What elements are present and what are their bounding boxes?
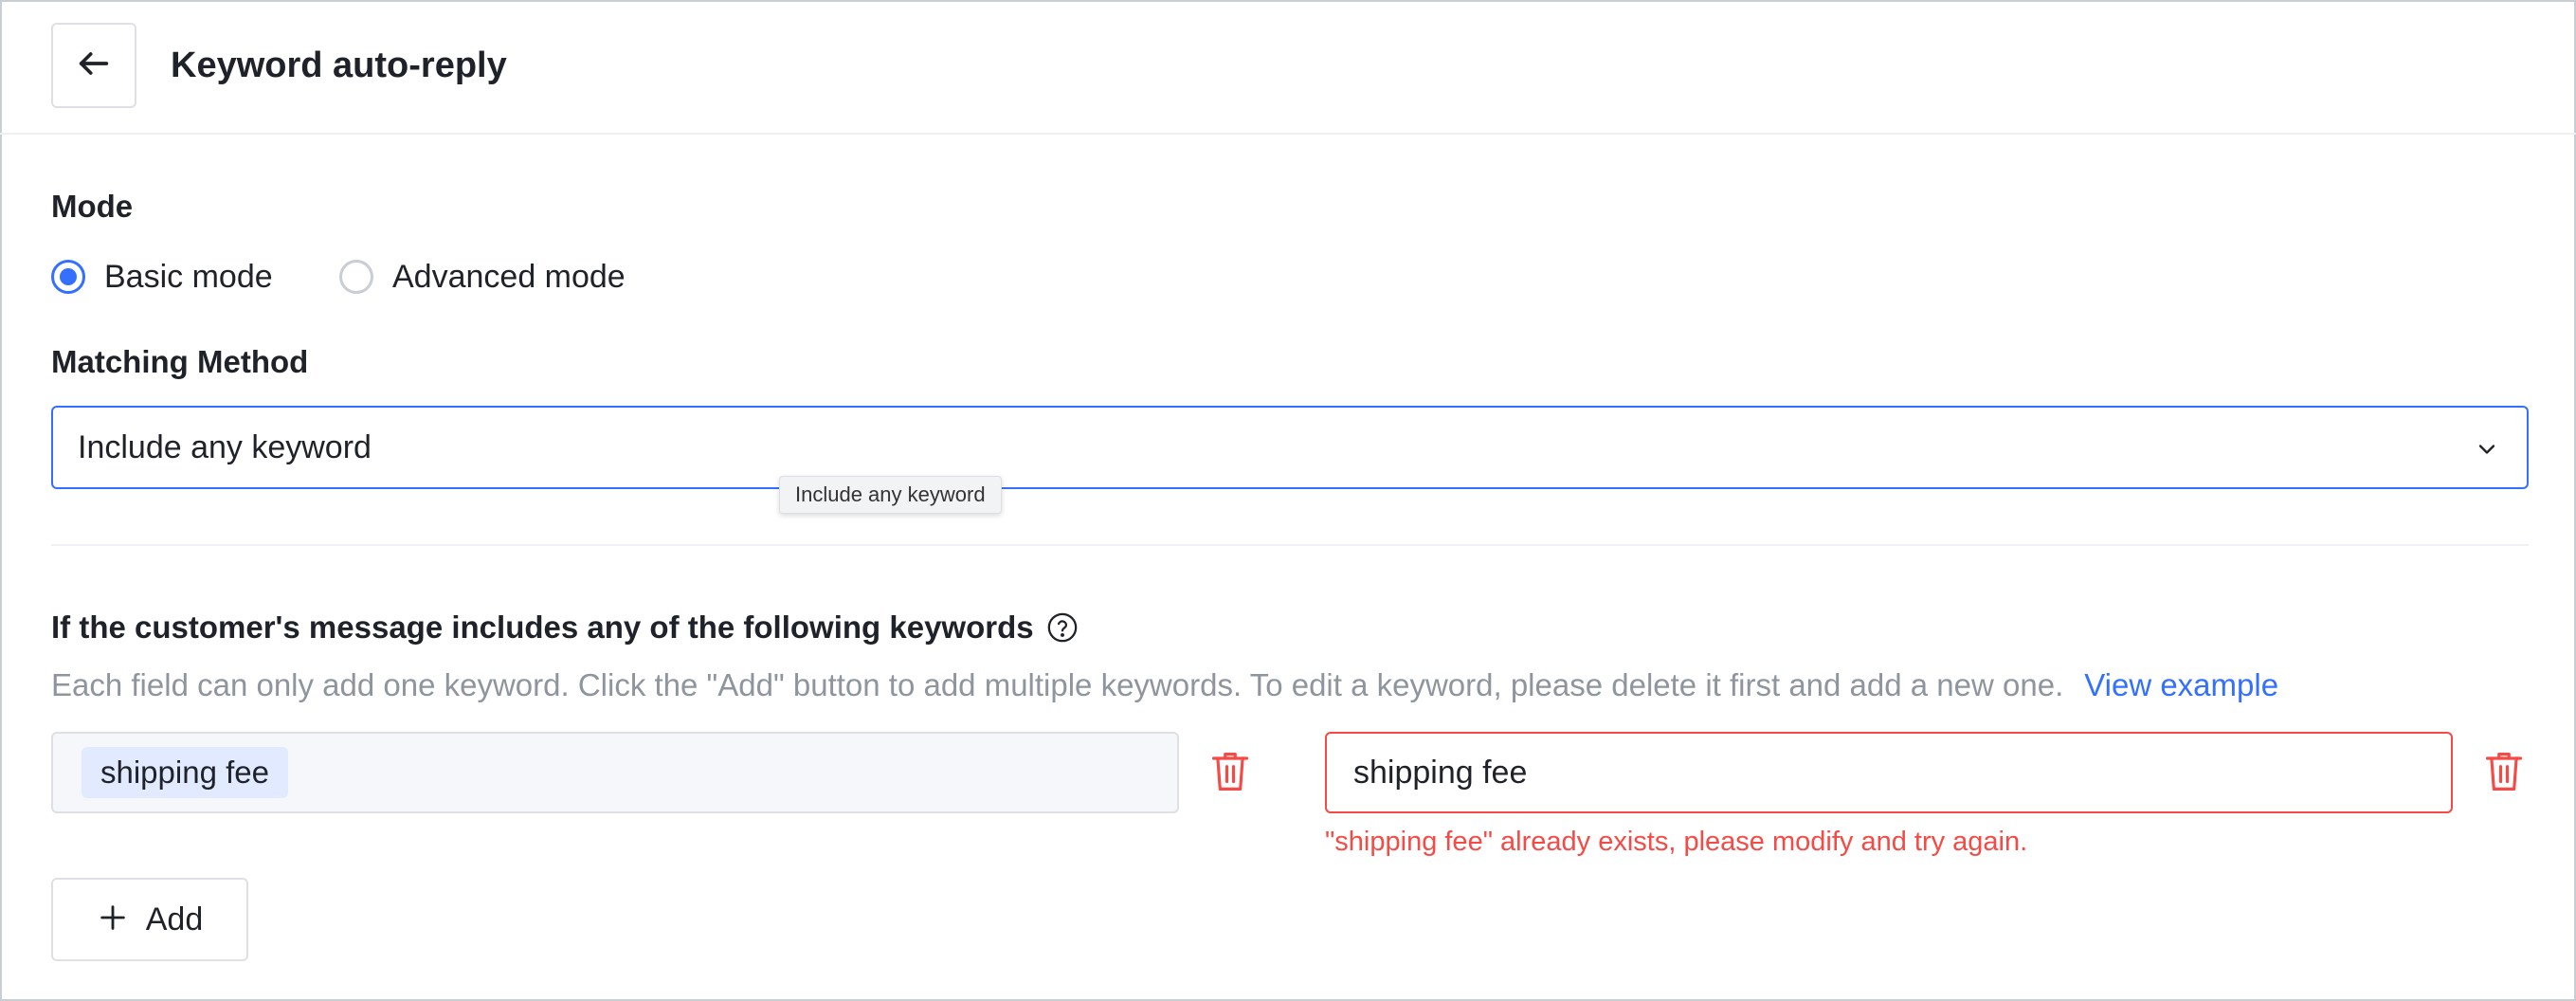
view-example-link[interactable]: View example xyxy=(2084,667,2278,702)
delete-keyword-1-button[interactable] xyxy=(1209,751,1251,796)
keyword-field-2[interactable] xyxy=(1325,732,2453,813)
radio-advanced-mode[interactable]: Advanced mode xyxy=(339,258,626,296)
trash-icon xyxy=(2484,750,2524,798)
keywords-hint: Each field can only add one keyword. Cli… xyxy=(51,665,2278,705)
back-button[interactable] xyxy=(51,23,136,108)
chevron-down-icon xyxy=(2472,434,2502,464)
keywords-heading: If the customer's message includes any o… xyxy=(51,609,1079,646)
page-header: Keyword auto-reply xyxy=(0,0,2576,135)
keyword-tag: shipping fee xyxy=(82,747,288,798)
matching-method-tooltip: Include any keyword xyxy=(779,476,1002,514)
add-keyword-button[interactable]: Add xyxy=(51,878,248,961)
arrow-left-icon xyxy=(75,45,113,87)
matching-method-label: Matching Method xyxy=(51,344,309,379)
keywords-hint-text: Each field can only add one keyword. Cli… xyxy=(51,667,2064,702)
keyword-field-1[interactable]: shipping fee xyxy=(51,732,1179,813)
mode-label: Mode xyxy=(51,189,134,224)
matching-method-select[interactable]: Include any keyword xyxy=(51,406,2529,489)
trash-icon xyxy=(1210,750,1250,798)
duplicate-keyword-error: "shipping fee" already exists, please mo… xyxy=(1325,827,2028,857)
matching-method-value: Include any keyword xyxy=(78,429,372,465)
radio-basic-mode-label: Basic mode xyxy=(104,259,273,295)
question-circle-icon[interactable] xyxy=(1045,610,1079,645)
radio-basic-mode[interactable]: Basic mode xyxy=(51,258,273,296)
delete-keyword-2-button[interactable] xyxy=(2483,751,2525,796)
radio-checked-indicator xyxy=(51,260,85,294)
add-keyword-label: Add xyxy=(145,901,204,937)
plus-icon xyxy=(97,901,129,938)
page-title: Keyword auto-reply xyxy=(171,46,507,85)
radio-advanced-mode-label: Advanced mode xyxy=(392,259,626,295)
keywords-heading-text: If the customer's message includes any o… xyxy=(51,610,1034,645)
section-divider xyxy=(51,544,2529,546)
app-frame xyxy=(0,0,2576,1001)
radio-unchecked-indicator xyxy=(339,260,373,294)
keyword-input[interactable] xyxy=(1353,751,2415,794)
